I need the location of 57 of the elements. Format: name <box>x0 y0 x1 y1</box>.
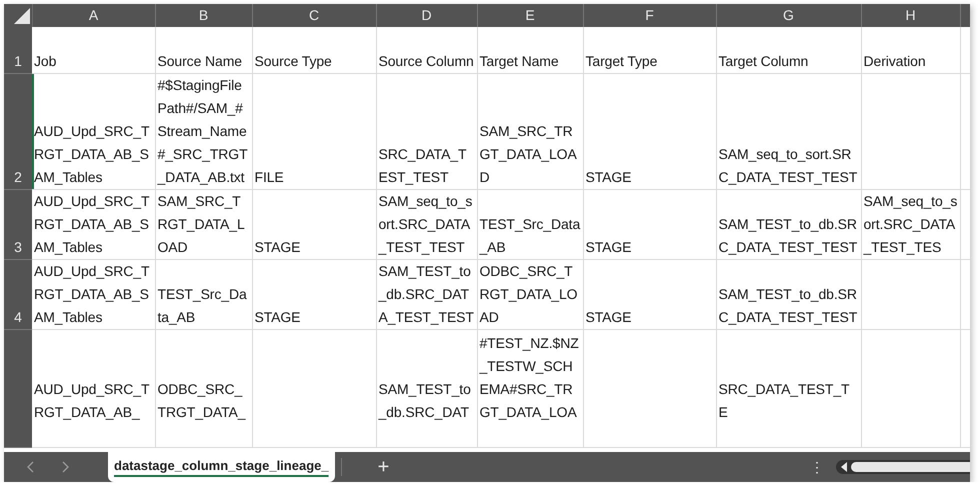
column-header[interactable]: H <box>861 4 960 27</box>
more-options-button[interactable]: ⋮ <box>810 459 824 475</box>
select-all-triangle-icon[interactable] <box>14 8 30 24</box>
table-cell-text: SAM_TEST_to_db.SRC_DATA_TEST_TEST <box>378 262 474 327</box>
table-cell-text: SAM_SRC_TRGT_DATA_LOAD <box>158 192 246 256</box>
table-cell-text: Source Name <box>158 52 243 70</box>
table-cell-text: Source Column <box>378 52 474 70</box>
select-all-corner[interactable] <box>4 4 32 27</box>
table-cell-text: SAM_TEST_to_db.SRC_DATA_TEST_TEST <box>718 284 858 327</box>
table-cell-text: TEST_Src_Data_AB <box>480 214 580 257</box>
table-cell-text: SAM_TEST_to_db.SRC_DAT <box>378 380 472 422</box>
column-header[interactable]: C <box>252 4 376 27</box>
previous-sheet-icon[interactable] <box>26 461 36 473</box>
table-cell-text: STAGE <box>586 308 632 326</box>
table-cell-text: AUD_Upd_SRC_TRGT_DATA_AB_SAM_Tables <box>34 262 150 327</box>
next-sheet-icon[interactable] <box>60 461 70 473</box>
table-cell-text: Source Type <box>254 52 333 71</box>
table-cell-text: Target Column <box>718 52 810 71</box>
table-cell-text: FILE <box>254 168 285 186</box>
table-cell-text: STAGE <box>254 238 302 256</box>
column-header[interactable]: G <box>716 4 861 27</box>
table-cell-text: Target Name <box>480 52 560 71</box>
table-cell-text: SAM_TEST_to_db.SRC_DATA_TEST_TEST <box>718 214 858 257</box>
table-cell-text: SAM_SRC_TRGT_DATA_LOAD <box>480 122 578 186</box>
table-cell-text: ODBC_SRC_TRGT_DATA_LOAD <box>480 262 578 326</box>
table-cell-text: AUD_Upd_SRC_TRGT_DATA_AB_ <box>34 380 150 422</box>
table-cell-text: Target Type <box>586 52 658 71</box>
table-cell-text: Job <box>34 52 58 70</box>
scroll-left-icon[interactable] <box>840 462 848 472</box>
table-cell-text: SAM_seq_to_sort.SRC_DATA_TEST_TEST <box>378 192 474 257</box>
table-cell-text: STAGE <box>586 238 632 256</box>
column-header[interactable]: B <box>155 4 252 27</box>
column-header[interactable]: A <box>32 4 155 27</box>
table-cell-text: SRC_DATA_TEST_TE <box>718 380 851 422</box>
table-cell-text: Derivation <box>864 52 927 70</box>
column-header[interactable]: F <box>583 4 716 27</box>
table-cell-text: AUD_Upd_SRC_TRGT_DATA_AB_SAM_Tables <box>34 122 150 187</box>
table-cell-text: AUD_Upd_SRC_TRGT_DATA_AB_SAM_Tables <box>34 192 150 257</box>
add-sheet-button[interactable]: + <box>378 456 390 478</box>
row-header[interactable]: 3 <box>4 189 32 259</box>
column-header[interactable]: E <box>477 4 583 27</box>
table-cell-text: STAGE <box>586 168 632 186</box>
table-cell-text: ODBC_SRC_TRGT_DATA_ <box>158 380 247 422</box>
row-header[interactable]: 4 <box>4 259 32 329</box>
table-cell-text: TEST_Src_Data_AB <box>158 284 248 327</box>
row-header[interactable]: 1 <box>4 27 32 73</box>
horizontal-scrollbar[interactable] <box>836 460 970 474</box>
table-cell-text: SAM_seq_to_sort.SRC_DATA_TEST_TES <box>864 192 958 257</box>
column-header[interactable]: D <box>376 4 477 27</box>
table-cell-text: SAM_seq_to_sort.SRC_DATA_TEST_TEST <box>718 144 858 187</box>
column-header <box>960 4 970 27</box>
table-cell-text: SRC_DATA_TEST_TEST <box>378 144 468 187</box>
table-cell-text: #TEST_NZ.$NZ_TESTW_SCHEMA#SRC_TRGT_DATA_LOA <box>480 334 580 422</box>
row-header[interactable]: 2 <box>4 73 32 189</box>
table-cell-text: STAGE <box>254 308 302 326</box>
table-cell-text: #$StagingFilePath#/SAM_#Stream_Name#_SRC_TRGT_DATA_AB.txt <box>158 76 249 187</box>
sheet-tab[interactable]: datastage_column_stage_lineage_ <box>108 452 335 482</box>
